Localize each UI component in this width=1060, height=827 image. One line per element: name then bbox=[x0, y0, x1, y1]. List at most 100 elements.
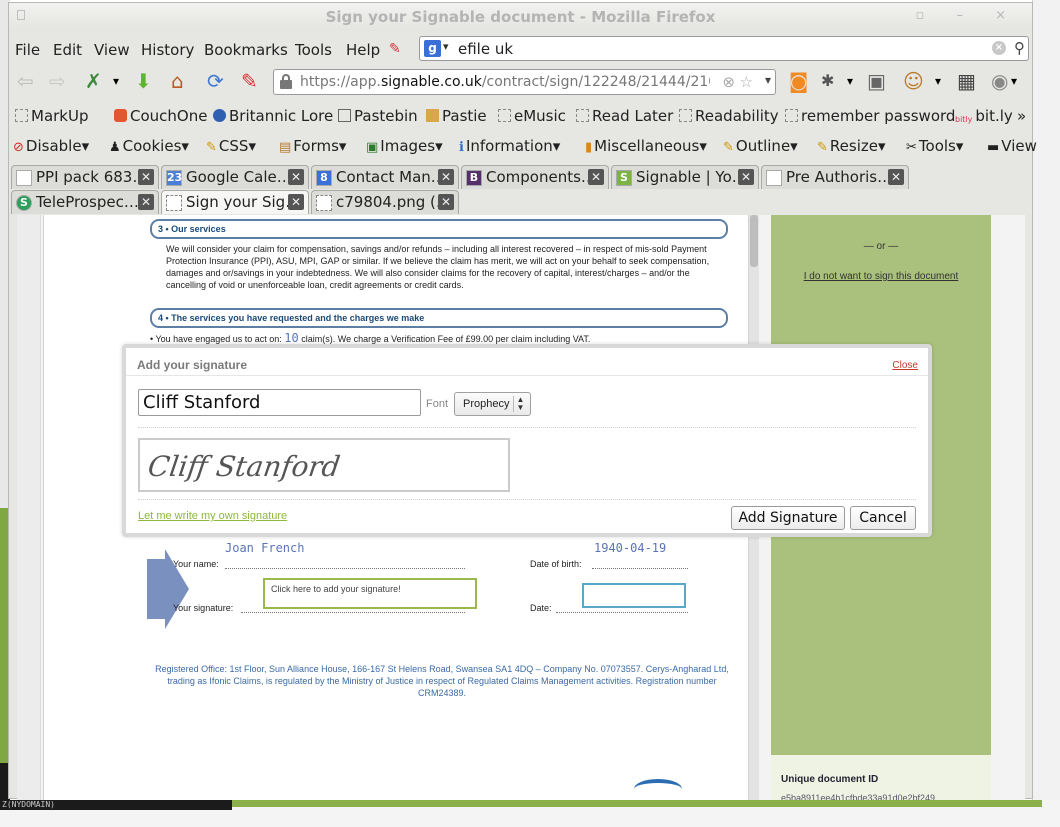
dev-cookies[interactable]: ♟ Cookies▾ bbox=[109, 137, 189, 155]
tab-teleprospector[interactable]: S TeleProspec… ✕ bbox=[11, 190, 159, 214]
addon-grid-icon[interactable]: ▦ bbox=[957, 69, 976, 93]
chevron-down-icon[interactable]: ▾ bbox=[935, 69, 941, 93]
menu-bookmarks[interactable]: Bookmarks bbox=[204, 41, 288, 59]
close-dialog-link[interactable]: Close bbox=[892, 360, 918, 371]
search-icon[interactable]: ⚲ bbox=[1014, 39, 1025, 57]
images-icon: ▣ bbox=[366, 140, 379, 155]
page-icon bbox=[16, 170, 32, 186]
dev-images[interactable]: ▣ Images▾ bbox=[366, 137, 443, 155]
decline-sign-link[interactable]: I do not want to sign this document bbox=[771, 271, 991, 282]
teleprospector-icon: S bbox=[16, 195, 32, 211]
dev-forms[interactable]: ▤ Forms▾ bbox=[279, 137, 346, 155]
pastebin-icon bbox=[338, 109, 351, 122]
bookmark-readability[interactable]: Readability bbox=[679, 107, 779, 125]
signature-field[interactable]: Click here to add your signature! bbox=[263, 578, 477, 609]
dev-resize[interactable]: ✎ Resize▾ bbox=[817, 137, 886, 155]
close-tab-icon[interactable]: ✕ bbox=[888, 169, 904, 185]
signable-logo-icon bbox=[634, 779, 682, 799]
bookmark-bitly[interactable]: bitly bit.ly bbox=[955, 107, 1013, 128]
draw-own-signature-link[interactable]: Let me write my own signature bbox=[138, 510, 287, 522]
close-tab-icon[interactable]: ✕ bbox=[438, 169, 454, 185]
tools-icon: ✂ bbox=[906, 140, 917, 155]
menu-help[interactable]: Help bbox=[346, 41, 380, 59]
bookmark-remember-password[interactable]: remember password bbox=[785, 107, 955, 125]
bookmark-emusic[interactable]: eMusic bbox=[498, 107, 566, 125]
close-tab-icon[interactable]: ✕ bbox=[288, 194, 304, 210]
tab-google-calendar[interactable]: 23 Google Cale… ✕ bbox=[161, 165, 309, 189]
rss-icon[interactable]: ◙ bbox=[789, 69, 808, 93]
dev-view[interactable]: ▬ View bbox=[987, 137, 1037, 155]
forward-icon[interactable]: ⇨ bbox=[49, 69, 66, 93]
tab-components[interactable]: B Components… ✕ bbox=[461, 165, 609, 189]
stop-icon[interactable]: ✗ bbox=[85, 69, 102, 93]
greasemonkey-icon[interactable]: ☺ bbox=[903, 69, 924, 93]
chevron-down-icon[interactable]: ▾ bbox=[113, 69, 119, 93]
tab-sign-your-signable[interactable]: Sign your Sig… ✕ bbox=[161, 190, 309, 214]
pastie-icon bbox=[426, 109, 439, 122]
addon-pen-icon[interactable]: ✎ bbox=[241, 69, 258, 93]
bookmarks-toolbar: MarkUp CouchOne Britannic Lore Pastebin … bbox=[9, 104, 1032, 130]
add-signature-button[interactable]: Add Signature bbox=[731, 506, 845, 530]
dev-outline[interactable]: ✎ Outline▾ bbox=[723, 137, 798, 155]
bird-icon bbox=[213, 109, 226, 122]
info-icon: ℹ bbox=[459, 140, 464, 155]
addon-camera-icon[interactable]: ▣ bbox=[867, 69, 886, 93]
css-icon: ✎ bbox=[206, 140, 217, 155]
close-tab-icon[interactable]: ✕ bbox=[738, 169, 754, 185]
cancel-button[interactable]: Cancel bbox=[850, 506, 916, 530]
home-icon[interactable]: ⌂ bbox=[171, 69, 184, 93]
bookmark-couchone[interactable]: CouchOne bbox=[114, 107, 207, 125]
signature-name-input[interactable] bbox=[138, 389, 421, 416]
close-tab-icon[interactable]: ✕ bbox=[438, 194, 454, 210]
clear-icon[interactable]: ⊗ bbox=[722, 73, 735, 91]
tab-c79804-png[interactable]: c79804.png (… ✕ bbox=[311, 190, 459, 214]
dev-tools[interactable]: ✂ Tools▾ bbox=[906, 137, 963, 155]
addon-pen-icon[interactable]: ✎ bbox=[389, 41, 401, 57]
menu-history[interactable]: History bbox=[141, 41, 194, 59]
bookmark-britannic-lore[interactable]: Britannic Lore bbox=[213, 107, 333, 125]
tab-ppi-pack[interactable]: PPI pack 683… ✕ bbox=[11, 165, 159, 189]
window-controls[interactable]: ▫ – × bbox=[916, 8, 1020, 23]
menu-view[interactable]: View bbox=[94, 41, 130, 59]
chevron-down-icon[interactable]: ▾ bbox=[847, 69, 853, 93]
dev-css[interactable]: ✎ CSS▾ bbox=[206, 137, 256, 155]
close-tab-icon[interactable]: ✕ bbox=[288, 169, 304, 185]
font-select[interactable]: Prophecy ▲ ▼ bbox=[454, 392, 531, 416]
menu-tools[interactable]: Tools bbox=[295, 41, 332, 59]
chevron-down-icon[interactable]: ▾ bbox=[443, 40, 449, 53]
dev-information[interactable]: ℹ Information▾ bbox=[459, 137, 560, 155]
dev-disable[interactable]: ⊘ Disable▾ bbox=[13, 137, 89, 155]
addon-bug-icon[interactable]: ✱ bbox=[821, 69, 834, 93]
download-icon[interactable]: ⬇ bbox=[135, 69, 152, 93]
bookmark-pastie[interactable]: Pastie bbox=[426, 107, 487, 125]
tab-pre-authorisation[interactable]: Pre Authoris… ✕ bbox=[761, 165, 909, 189]
address-bar[interactable]: https://app.signable.co.uk/contract/sign… bbox=[273, 69, 776, 95]
menu-edit[interactable]: Edit bbox=[53, 41, 82, 59]
url-text[interactable]: https://app.signable.co.uk/contract/sign… bbox=[300, 74, 710, 90]
disable-icon: ⊘ bbox=[13, 140, 24, 155]
bookmarks-overflow-icon[interactable]: » bbox=[1017, 107, 1026, 125]
close-tab-icon[interactable]: ✕ bbox=[588, 169, 604, 185]
clear-icon[interactable]: × bbox=[992, 41, 1006, 55]
section-4-text: • You have engaged us to act on: 10 clai… bbox=[150, 331, 591, 345]
reload-icon[interactable]: ⟳ bbox=[207, 69, 224, 93]
document-scroll-thumb[interactable] bbox=[750, 215, 758, 267]
menu-file[interactable]: File bbox=[15, 41, 40, 59]
back-icon[interactable]: ⇦ bbox=[17, 69, 34, 93]
close-tab-icon[interactable]: ✕ bbox=[138, 169, 154, 185]
signature-line bbox=[241, 612, 465, 613]
bookmark-star-icon[interactable]: ☆ bbox=[740, 73, 753, 91]
tab-signable[interactable]: S Signable | Yo… ✕ bbox=[611, 165, 759, 189]
chevron-down-icon[interactable]: ▾ bbox=[1011, 69, 1017, 93]
dev-miscellaneous[interactable]: ▮ Miscellaneous▾ bbox=[585, 137, 707, 155]
date-field[interactable] bbox=[582, 583, 686, 608]
tab-contact-manager[interactable]: 8 Contact Man… ✕ bbox=[311, 165, 459, 189]
bookmark-markup[interactable]: MarkUp bbox=[15, 107, 89, 125]
close-tab-icon[interactable]: ✕ bbox=[138, 194, 154, 210]
google-icon[interactable]: g bbox=[424, 40, 441, 57]
chevron-down-icon[interactable]: ▾ bbox=[765, 73, 771, 87]
bookmark-read-later[interactable]: Read Later bbox=[576, 107, 673, 125]
search-input[interactable] bbox=[458, 39, 978, 58]
bookmark-pastebin[interactable]: Pastebin bbox=[338, 107, 418, 125]
addon-globe-icon[interactable]: ◉ bbox=[991, 69, 1008, 93]
